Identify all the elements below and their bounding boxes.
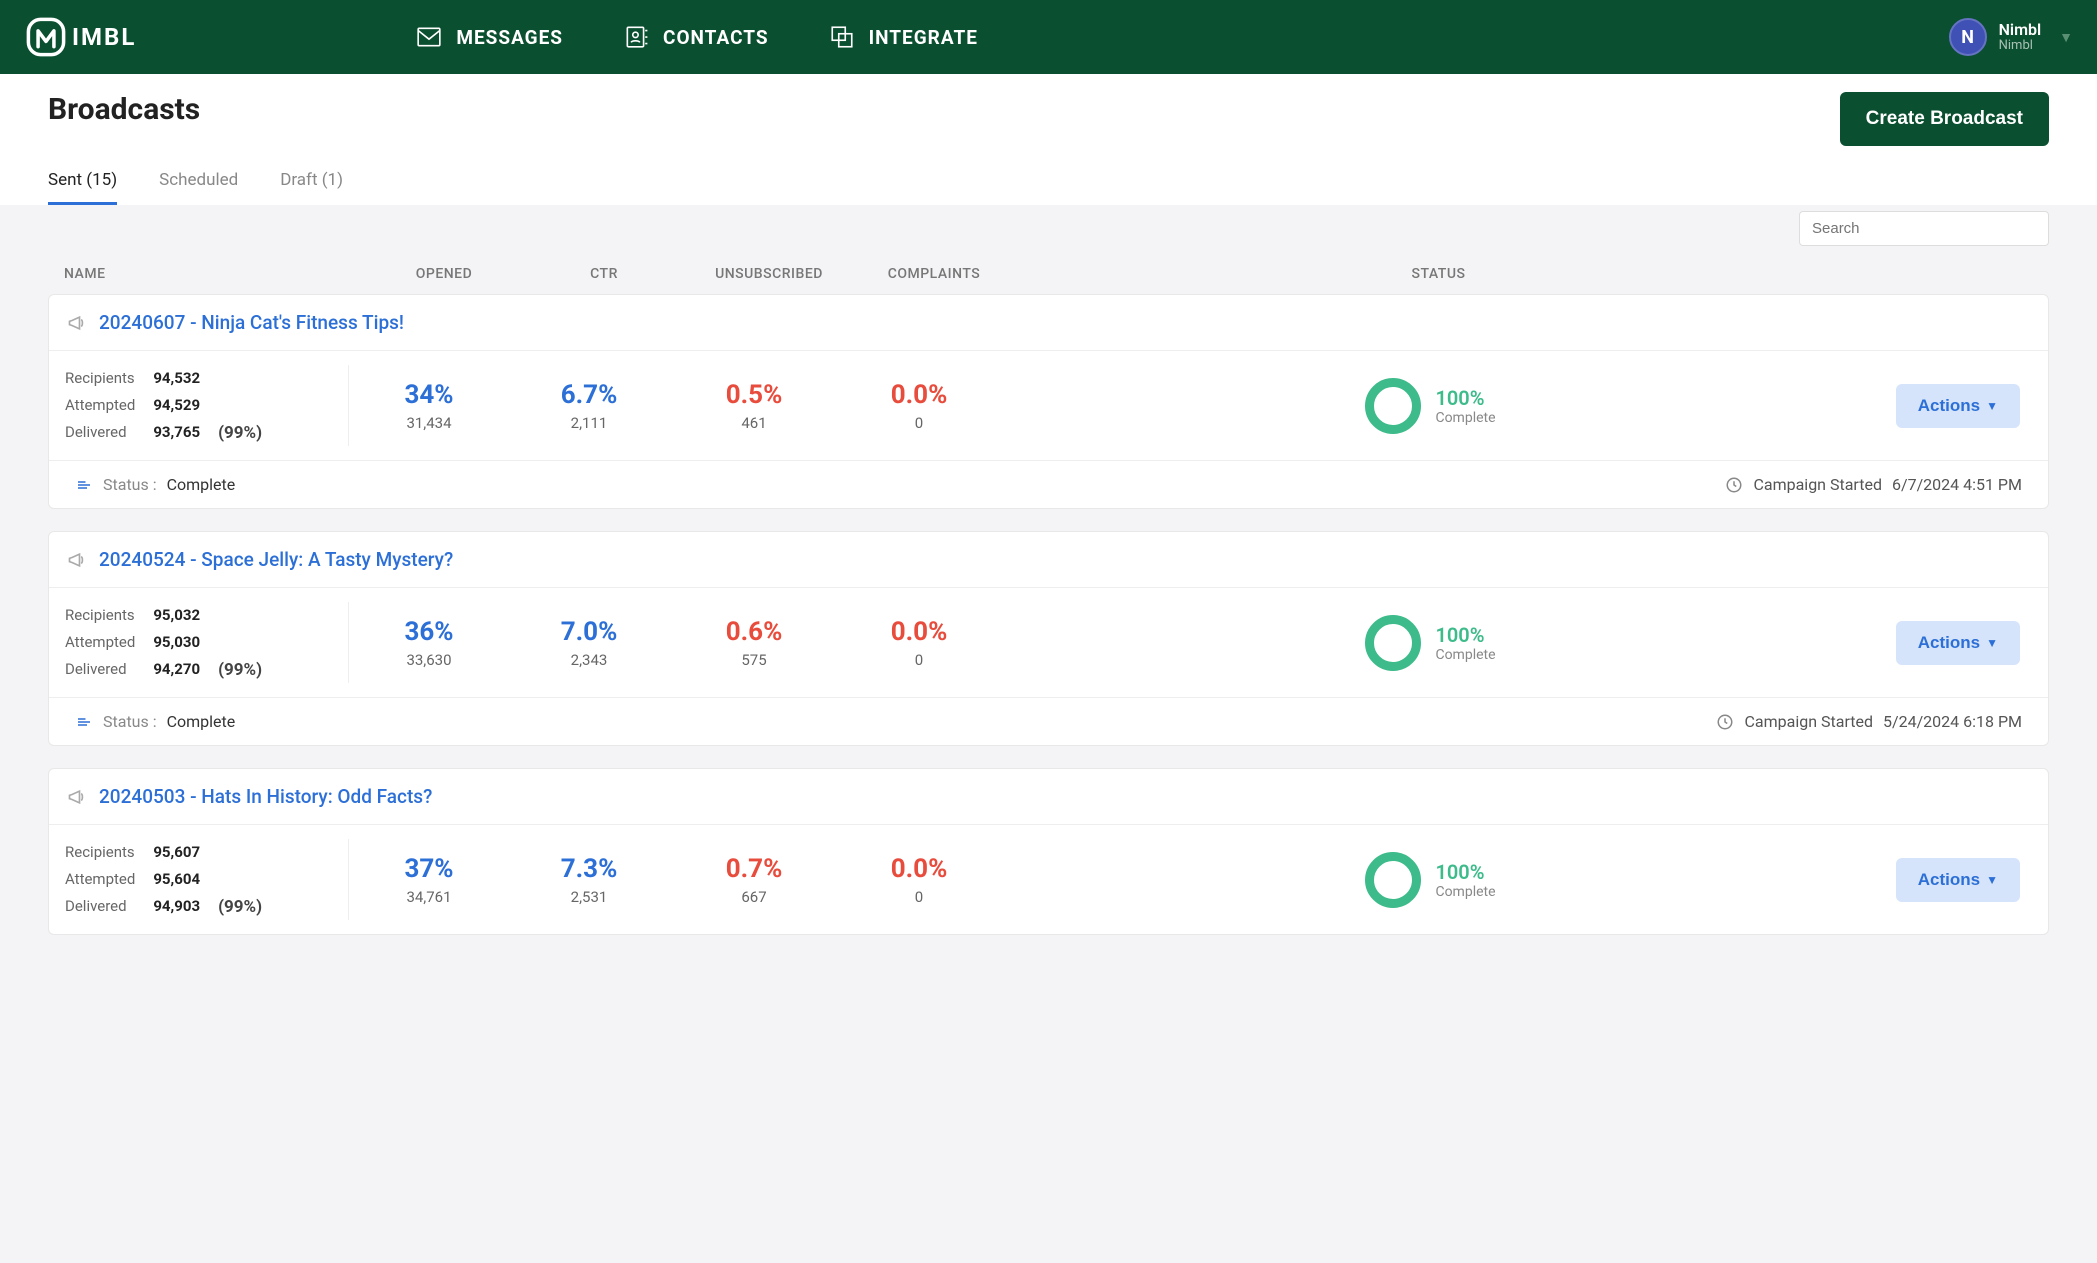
clock-icon (1716, 713, 1734, 731)
progress-donut-icon (1365, 378, 1421, 434)
actions-button[interactable]: Actions ▼ (1896, 621, 2020, 665)
integrate-icon (829, 24, 855, 50)
col-ctr: CTR (524, 266, 684, 282)
megaphone-icon (67, 313, 87, 333)
value-attempted: 95,604 (153, 866, 200, 893)
actions-button[interactable]: Actions ▼ (1896, 384, 2020, 428)
label-recipients: Recipients (65, 839, 135, 866)
chevron-down-icon: ▼ (1986, 873, 1998, 887)
value-attempted: 95,030 (153, 629, 200, 656)
unsub-cell: 0.6% 575 (669, 617, 839, 669)
status-cell: 100% Complete (999, 378, 1862, 434)
card-footer: Status : Complete Campaign Started 5/24/… (49, 697, 2048, 745)
logo-text: IMBL (72, 23, 136, 51)
ctr-cell: 7.0% 2,343 (509, 617, 669, 669)
clock-icon (1725, 476, 1743, 494)
logo[interactable]: IMBL (24, 15, 136, 59)
opened-cell: 37% 34,761 (349, 854, 509, 906)
chevron-down-icon: ▼ (2059, 29, 2073, 46)
broadcast-card: 20240607 - Ninja Cat's Fitness Tips! Rec… (48, 294, 2049, 509)
tab-scheduled[interactable]: Scheduled (159, 170, 238, 205)
col-unsubscribed: UNSUBSCRIBED (684, 266, 854, 282)
label-attempted: Attempted (65, 866, 135, 893)
page-title: Broadcasts (48, 92, 200, 127)
delivered-pct: (99%) (218, 660, 262, 683)
complaints-cell: 0.0% 0 (839, 380, 999, 432)
nav-contacts-label: CONTACTS (663, 26, 769, 49)
tab-draft[interactable]: Draft (1) (280, 170, 343, 205)
complaints-cell: 0.0% 0 (839, 854, 999, 906)
recipients-block: Recipients Attempted Delivered 95,032 95… (65, 602, 349, 683)
value-delivered: 94,270 (153, 656, 200, 683)
user-name: Nimbl (1999, 21, 2042, 39)
col-complaints: COMPLAINTS (854, 266, 1014, 282)
label-delivered: Delivered (65, 893, 135, 920)
megaphone-icon (67, 787, 87, 807)
logo-icon (24, 15, 68, 59)
status-icon (75, 476, 93, 494)
unsub-cell: 0.7% 667 (669, 854, 839, 906)
recipients-block: Recipients Attempted Delivered 94,532 94… (65, 365, 349, 446)
opened-cell: 34% 31,434 (349, 380, 509, 432)
search-input[interactable] (1799, 211, 2049, 246)
page-top: Broadcasts Create Broadcast Sent (15) Sc… (0, 74, 2097, 205)
value-attempted: 94,529 (153, 392, 200, 419)
app-header: IMBL MESSAGES CONTACTS INTEGRATE N Nimbl… (0, 0, 2097, 74)
unsub-cell: 0.5% 461 (669, 380, 839, 432)
value-recipients: 95,032 (153, 602, 200, 629)
ctr-cell: 7.3% 2,531 (509, 854, 669, 906)
recipients-block: Recipients Attempted Delivered 95,607 95… (65, 839, 349, 920)
avatar: N (1949, 18, 1987, 56)
value-delivered: 94,903 (153, 893, 200, 920)
card-footer: Status : Complete Campaign Started 6/7/2… (49, 460, 2048, 508)
delivered-pct: (99%) (218, 423, 262, 446)
broadcast-link[interactable]: 20240524 - Space Jelly: A Tasty Mystery? (99, 548, 453, 571)
label-delivered: Delivered (65, 419, 135, 446)
col-opened: OPENED (364, 266, 524, 282)
label-delivered: Delivered (65, 656, 135, 683)
broadcast-link[interactable]: 20240607 - Ninja Cat's Fitness Tips! (99, 311, 404, 334)
tabs: Sent (15) Scheduled Draft (1) (48, 170, 2049, 205)
col-status: STATUS (1014, 266, 1863, 282)
nav-integrate-label: INTEGRATE (869, 26, 978, 49)
chevron-down-icon: ▼ (1986, 636, 1998, 650)
broadcast-card: 20240503 - Hats In History: Odd Facts? R… (48, 768, 2049, 935)
nav-contacts[interactable]: CONTACTS (623, 24, 769, 50)
actions-button[interactable]: Actions ▼ (1896, 858, 2020, 902)
user-org: Nimbl (1999, 39, 2042, 53)
status-cell: 100% Complete (999, 615, 1862, 671)
contacts-icon (623, 24, 649, 50)
megaphone-icon (67, 550, 87, 570)
main-nav: MESSAGES CONTACTS INTEGRATE (416, 24, 978, 50)
chevron-down-icon: ▼ (1986, 399, 1998, 413)
value-recipients: 95,607 (153, 839, 200, 866)
nav-integrate[interactable]: INTEGRATE (829, 24, 978, 50)
status-icon (75, 713, 93, 731)
label-recipients: Recipients (65, 365, 135, 392)
complaints-cell: 0.0% 0 (839, 617, 999, 669)
progress-donut-icon (1365, 852, 1421, 908)
delivered-pct: (99%) (218, 897, 262, 920)
label-attempted: Attempted (65, 629, 135, 656)
broadcast-card: 20240524 - Space Jelly: A Tasty Mystery?… (48, 531, 2049, 746)
nav-messages[interactable]: MESSAGES (416, 24, 563, 50)
label-recipients: Recipients (65, 602, 135, 629)
col-name: NAME (64, 266, 364, 282)
create-broadcast-button[interactable]: Create Broadcast (1840, 92, 2049, 146)
value-recipients: 94,532 (153, 365, 200, 392)
progress-donut-icon (1365, 615, 1421, 671)
mail-icon (416, 24, 442, 50)
status-cell: 100% Complete (999, 852, 1862, 908)
tab-sent[interactable]: Sent (15) (48, 170, 117, 205)
ctr-cell: 6.7% 2,111 (509, 380, 669, 432)
broadcast-link[interactable]: 20240503 - Hats In History: Odd Facts? (99, 785, 432, 808)
label-attempted: Attempted (65, 392, 135, 419)
nav-messages-label: MESSAGES (456, 26, 563, 49)
opened-cell: 36% 33,630 (349, 617, 509, 669)
columns-header: NAME OPENED CTR UNSUBSCRIBED COMPLAINTS … (48, 254, 2049, 294)
user-menu[interactable]: N Nimbl Nimbl ▼ (1949, 18, 2073, 56)
value-delivered: 93,765 (153, 419, 200, 446)
